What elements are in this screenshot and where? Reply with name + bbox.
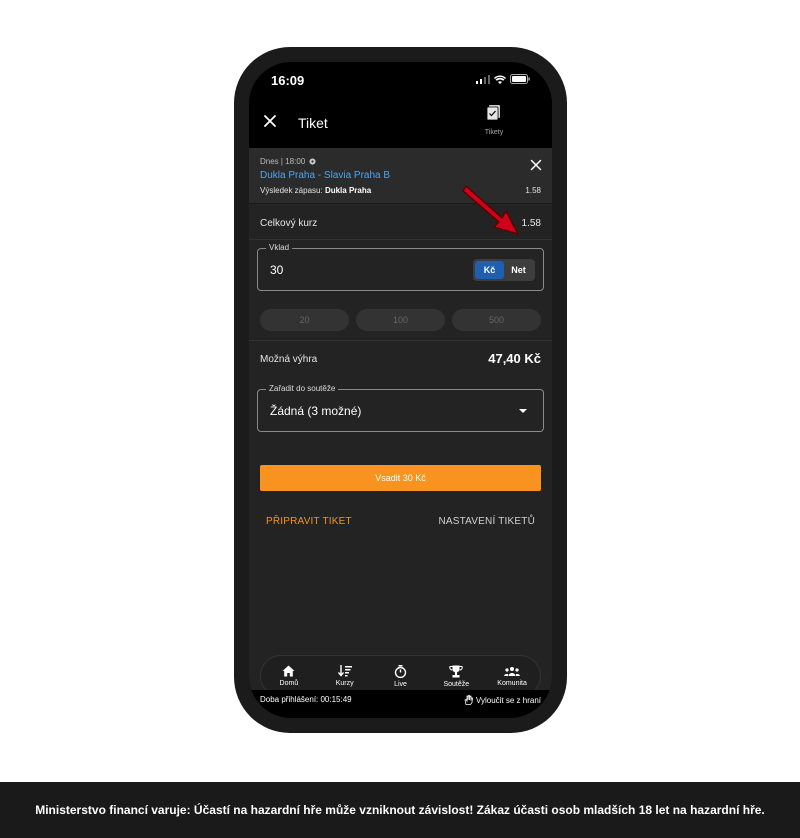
possible-win-value: 47,40 Kč <box>488 351 541 366</box>
quick-stake-row: 20 100 500 <box>260 309 541 331</box>
status-time: 16:09 <box>271 73 305 88</box>
trophy-icon <box>449 665 463 677</box>
competition-value: Žádná (3 možné) <box>270 404 362 418</box>
nav-label-community: Komunita <box>497 680 527 687</box>
tickets-label: Tikety <box>484 129 504 136</box>
hand-icon <box>464 695 473 705</box>
self-exclude-button[interactable]: Vyloučit se z hraní <box>464 695 541 705</box>
self-exclude-label: Vyloučit se z hraní <box>475 695 541 705</box>
bet-match[interactable]: Dukla Praha - Slavia Praha B <box>260 170 390 181</box>
community-icon <box>504 667 521 676</box>
nav-item-home[interactable]: Domů <box>264 665 314 687</box>
bet-meta: Dnes | 18:00 <box>260 157 316 166</box>
bet-market-label: Výsledek zápasu: <box>260 186 323 195</box>
page-title: Tiket <box>298 115 328 131</box>
remove-bet-icon[interactable] <box>530 159 542 171</box>
stake-input[interactable]: 30 <box>270 263 283 277</box>
status-bar: 16:09 <box>249 62 552 100</box>
red-arrow-annotation <box>462 185 519 235</box>
status-icons <box>476 74 530 84</box>
phone-screen: 16:09 Tiket Tikety Dnes | 18:00 Dukla Pr… <box>249 62 552 718</box>
quick-stake-button[interactable]: 100 <box>356 309 445 331</box>
signal-icon <box>476 74 490 84</box>
nav-item-competitions[interactable]: Soutěže <box>431 665 481 688</box>
nav-label-live: Live <box>394 680 407 688</box>
quick-stake-button[interactable]: 20 <box>260 309 349 331</box>
dropdown-arrow-icon <box>519 409 527 413</box>
sort-icon <box>337 665 352 677</box>
place-bet-button[interactable]: Vsadit 30 Kč <box>260 465 541 491</box>
bet-datetime: Dnes | 18:00 <box>260 157 306 166</box>
wifi-icon <box>494 75 506 84</box>
quick-stake-button[interactable]: 500 <box>452 309 541 331</box>
nav-item-community[interactable]: Komunita <box>487 665 537 687</box>
nav-label-competitions: Soutěže <box>443 680 470 688</box>
nav-label-home: Domů <box>279 680 299 687</box>
session-row: Doba přihlášení: 00:15:49 Vyloučit se z … <box>249 690 552 710</box>
currency-option-net[interactable]: Net <box>504 261 533 279</box>
nav-label-odds: Kurzy <box>335 680 354 687</box>
bet-market: Výsledek zápasu: Dukla Praha <box>260 186 371 195</box>
bet-selection: Dukla Praha <box>324 186 372 195</box>
stake-field[interactable]: Vklad 30 Kč Net <box>257 243 544 291</box>
app-header: Tiket Tikety <box>249 100 552 148</box>
possible-win-row: Možná výhra 47,40 Kč <box>249 341 552 379</box>
battery-icon <box>510 74 530 84</box>
possible-win-label: Možná výhra <box>260 354 318 365</box>
nav-item-live[interactable]: Live <box>375 664 425 688</box>
phone-frame: 16:09 Tiket Tikety Dnes | 18:00 Dukla Pr… <box>234 47 567 733</box>
ticket-settings-link[interactable]: NASTAVENÍ TIKETŮ <box>438 516 535 527</box>
prepare-ticket-link[interactable]: PŘIPRAVIT TIKET <box>266 516 352 527</box>
nav-item-odds[interactable]: Kurzy <box>320 665 370 687</box>
gambling-warning-bar: Ministerstvo financí varuje: Účastí na h… <box>0 782 800 838</box>
close-icon[interactable] <box>261 112 279 130</box>
tickets-button[interactable]: Tikety <box>474 100 514 146</box>
competition-legend: Zařadit do soutěže <box>266 384 339 393</box>
home-icon <box>282 665 295 677</box>
total-odds-label: Celkový kurz <box>260 218 318 229</box>
ticket-icon <box>486 105 500 121</box>
currency-option-kc[interactable]: Kč <box>475 261 504 279</box>
gambling-warning-text: Ministerstvo financí varuje: Účastí na h… <box>35 803 765 817</box>
football-icon <box>309 158 316 165</box>
session-duration: Doba přihlášení: 00:15:49 <box>260 695 352 704</box>
competition-select[interactable]: Zařadit do soutěže Žádná (3 možné) <box>257 384 544 432</box>
stopwatch-icon <box>394 664 407 678</box>
currency-toggle: Kč Net <box>473 259 535 281</box>
stake-legend: Vklad <box>266 243 293 252</box>
